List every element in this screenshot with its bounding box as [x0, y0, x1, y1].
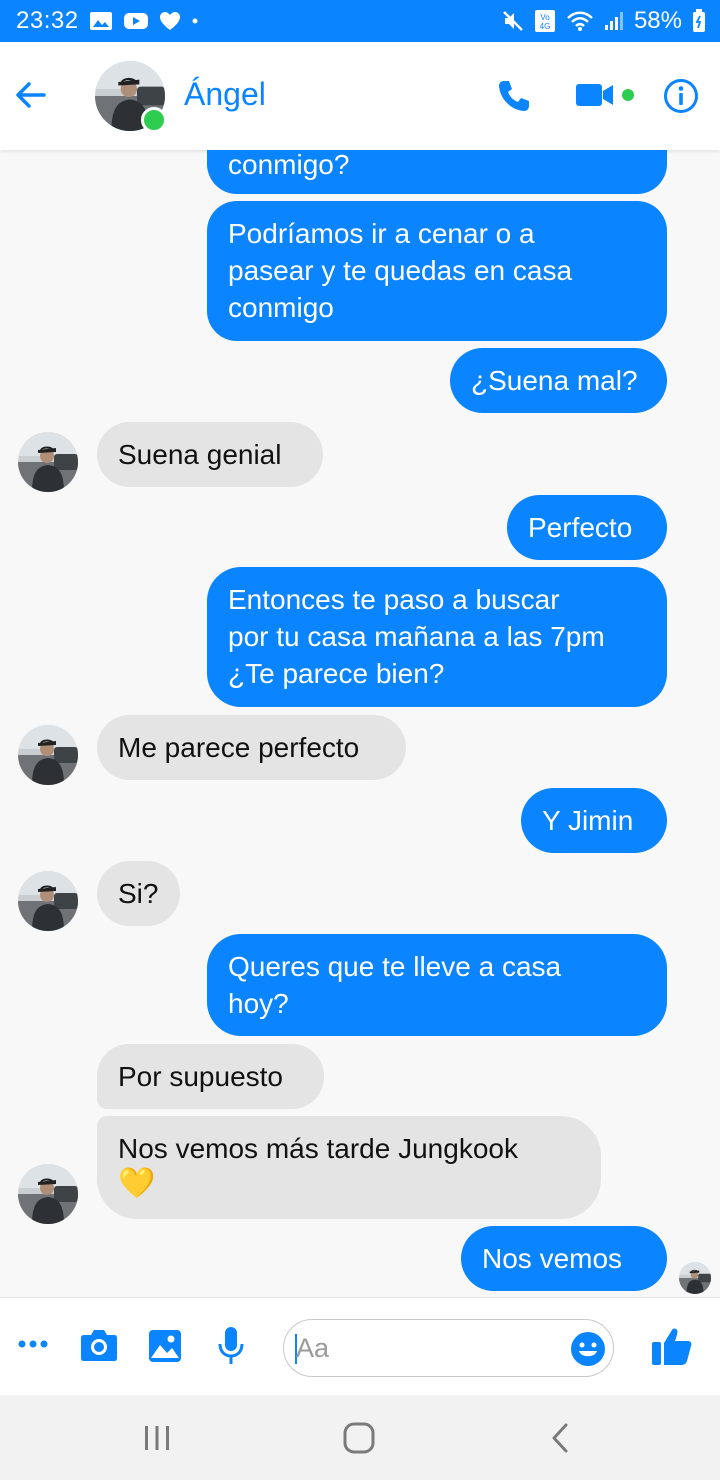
yellow-heart-emoji: 💛	[118, 1167, 156, 1200]
message-thread[interactable]: conmigo? Podríamos ir a cenar o a pasear…	[0, 150, 720, 1296]
microphone-icon[interactable]	[217, 1326, 245, 1371]
system-nav-bar	[0, 1396, 720, 1480]
back-icon[interactable]	[550, 1422, 570, 1459]
message-incoming[interactable]: Me parece perfecto	[97, 715, 406, 780]
message-incoming[interactable]: Suena genial	[97, 422, 323, 487]
wifi-icon	[566, 10, 594, 32]
gallery-icon	[89, 11, 113, 31]
home-icon[interactable]	[343, 1422, 375, 1459]
contact-avatar-small[interactable]	[18, 725, 78, 785]
message-outgoing[interactable]: Perfecto	[507, 495, 667, 560]
contact-avatar-small[interactable]	[18, 871, 78, 931]
message-outgoing[interactable]: conmigo?	[207, 150, 667, 194]
status-bar: 23:32 Vo 4G 58%	[0, 0, 720, 42]
message-outgoing[interactable]: Queres que te lleve a casa hoy?	[207, 934, 667, 1036]
image-icon[interactable]	[148, 1329, 182, 1368]
composer-bar: Aa	[0, 1297, 720, 1395]
message-outgoing[interactable]: Y Jimin	[521, 788, 667, 853]
svg-text:Vo: Vo	[540, 13, 550, 22]
info-icon[interactable]	[663, 78, 699, 119]
emoji-icon[interactable]	[570, 1331, 606, 1372]
back-arrow-icon[interactable]	[14, 78, 48, 112]
message-input[interactable]: Aa	[283, 1319, 614, 1377]
signal-icon	[604, 11, 624, 31]
heart-icon	[159, 11, 181, 31]
message-input-placeholder: Aa	[296, 1333, 330, 1363]
svg-text:4G: 4G	[540, 22, 551, 31]
message-outgoing[interactable]: Nos vemos	[461, 1226, 667, 1291]
camera-icon[interactable]	[80, 1328, 118, 1367]
message-incoming[interactable]: Si?	[97, 861, 180, 926]
message-outgoing[interactable]: ¿Suena mal?	[450, 348, 667, 413]
dot-icon	[191, 17, 199, 25]
read-receipt-avatar	[679, 1262, 711, 1294]
message-outgoing[interactable]: Podríamos ir a cenar o a pasear y te que…	[207, 201, 667, 341]
mute-icon	[502, 10, 524, 32]
contact-name[interactable]: Ángel	[184, 76, 266, 113]
conversation-header: Ángel	[0, 42, 720, 150]
battery-percent: 58%	[633, 7, 682, 34]
video-active-dot	[622, 89, 634, 101]
battery-icon	[692, 9, 706, 33]
youtube-icon	[123, 11, 149, 31]
more-icon[interactable]	[18, 1336, 48, 1354]
volte-icon: Vo 4G	[534, 9, 556, 33]
video-camera-icon[interactable]	[575, 81, 615, 114]
message-incoming[interactable]: Por supuesto	[97, 1044, 324, 1109]
contact-avatar[interactable]	[95, 61, 167, 133]
recent-apps-icon[interactable]	[143, 1425, 171, 1456]
phone-icon[interactable]	[496, 78, 532, 119]
thumbs-up-icon[interactable]	[651, 1326, 693, 1371]
message-outgoing[interactable]: Entonces te paso a buscar por tu casa ma…	[207, 567, 667, 707]
status-time: 23:32	[16, 7, 79, 34]
contact-avatar-small[interactable]	[18, 432, 78, 492]
contact-avatar-small[interactable]	[18, 1164, 78, 1224]
message-incoming[interactable]: Nos vemos más tarde Jungkook 💛	[97, 1116, 601, 1219]
online-indicator	[141, 107, 167, 133]
